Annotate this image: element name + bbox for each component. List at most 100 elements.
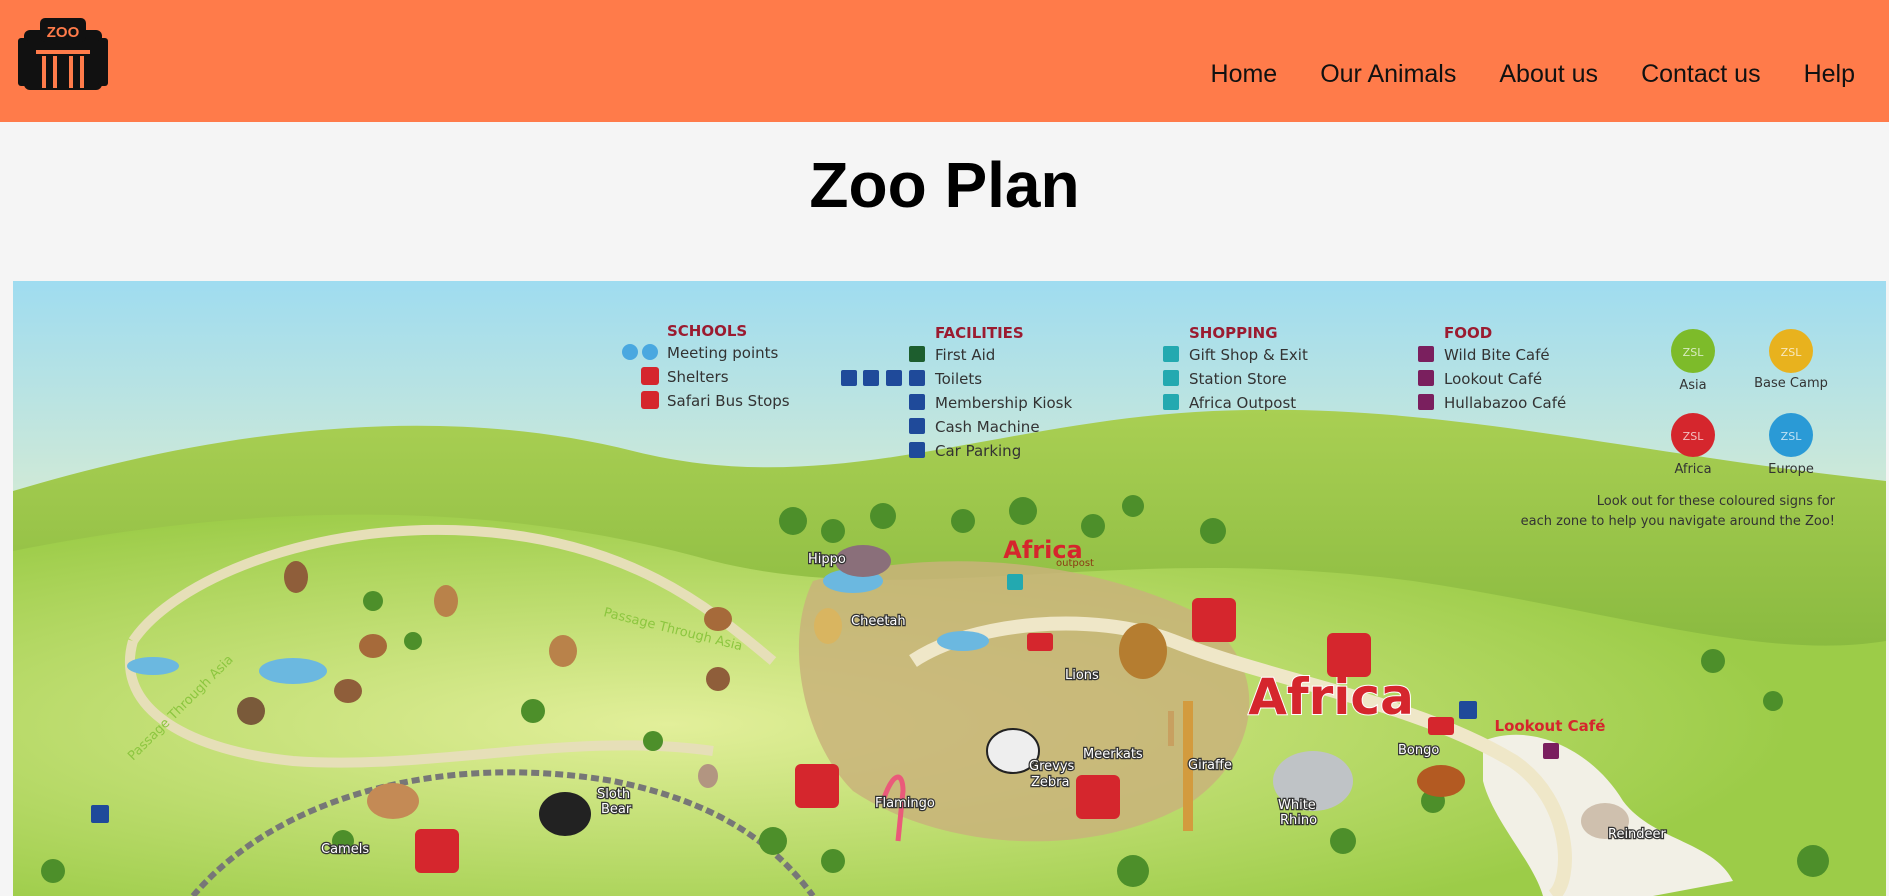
meerkat-icon (1168, 711, 1174, 746)
nav-our-animals[interactable]: Our Animals (1320, 60, 1456, 89)
shop-marker-icon[interactable] (1007, 574, 1023, 590)
deer-icon (549, 635, 577, 667)
africa-area-title: Africa (1248, 668, 1414, 726)
label-camels: Camels (321, 842, 369, 857)
legend-meeting-points: Meeting points (667, 344, 778, 362)
meeting-point-1-icon (622, 344, 638, 360)
legend-wild-bite-cafe: Wild Bite Café (1444, 346, 1550, 364)
deer-icon (284, 561, 308, 593)
label-reindeer: Reindeer (1608, 827, 1667, 842)
zone-europe: Europe (1768, 462, 1814, 477)
label-giraffe: Giraffe (1188, 758, 1232, 773)
cutlery-icon (1418, 346, 1434, 362)
cutlery-icon (1418, 370, 1434, 386)
shelter-icon (641, 367, 659, 385)
legend-station-store: Station Store (1189, 370, 1287, 388)
nav-help[interactable]: Help (1804, 60, 1855, 89)
nav-about-us[interactable]: About us (1499, 60, 1598, 89)
deer-icon (334, 679, 362, 703)
label-grevys: Grevys (1029, 759, 1075, 774)
parking-marker-icon[interactable] (1459, 701, 1477, 719)
legend-shelters: Shelters (667, 368, 729, 386)
africa-outpost-sublabel: outpost (1056, 558, 1094, 569)
parking-icon (909, 442, 925, 458)
label-cheetah: Cheetah (851, 614, 906, 629)
main-nav: Home Our Animals About us Contact us Hel… (1168, 60, 1855, 89)
shop-icon (1163, 394, 1179, 410)
bongo-icon (1417, 765, 1465, 797)
africa-zone-badge-text: ZSL (1683, 430, 1705, 443)
lookout-cafe-label: Lookout Café (1495, 717, 1606, 735)
legend-car-parking: Car Parking (935, 442, 1021, 460)
legend-shopping-title: SHOPPING (1189, 324, 1278, 342)
europe-zone-badge-text: ZSL (1781, 430, 1803, 443)
asia-zone-badge-text: ZSL (1683, 346, 1705, 359)
logo-text: ZOO (47, 24, 80, 41)
cutlery-icon (1418, 394, 1434, 410)
safari-bus-stop-icon[interactable] (1428, 717, 1454, 735)
shelter-umbrella-icon[interactable] (415, 829, 459, 873)
accessible-toilet-icon (909, 370, 925, 386)
label-sloth: Sloth (597, 787, 630, 802)
basecamp-zone-badge-text: ZSL (1781, 346, 1803, 359)
legend-gift-shop: Gift Shop & Exit (1189, 346, 1308, 364)
shop-icon (1163, 370, 1179, 386)
page-title: Zoo Plan (809, 149, 1080, 221)
zoo-map: SCHOOLS Meeting points Shelters Safari B… (13, 281, 1886, 896)
wallaby-icon (698, 764, 718, 788)
legend-food-title: FOOD (1444, 324, 1492, 342)
label-zebra: Zebra (1031, 775, 1069, 790)
zoo-logo-icon[interactable]: ZOO (18, 16, 108, 92)
gift-shop-icon (1163, 346, 1179, 362)
toilet-icon (886, 370, 902, 386)
sloth-bear-icon (539, 792, 591, 836)
nav-home[interactable]: Home (1211, 60, 1278, 89)
parking-marker-icon[interactable] (91, 805, 109, 823)
nav-contact-us[interactable]: Contact us (1641, 60, 1761, 89)
shelter-umbrella-icon[interactable] (1192, 598, 1236, 642)
cafe-marker-icon[interactable] (1543, 743, 1559, 759)
deer-icon (434, 585, 458, 617)
toilet-icon (841, 370, 857, 386)
legend-membership-kiosk: Membership Kiosk (935, 394, 1072, 412)
label-rhino: Rhino (1280, 813, 1317, 828)
legend-facilities-title: FACILITIES (935, 324, 1024, 342)
zone-note-line-1: Look out for these coloured signs for (1597, 494, 1836, 509)
label-bongo: Bongo (1398, 743, 1439, 758)
deer-icon (706, 667, 730, 691)
cheetah-icon (814, 608, 842, 644)
legend-hullabazoo-cafe: Hullabazoo Café (1444, 394, 1566, 412)
label-hippo: Hippo (808, 552, 846, 567)
zone-asia: Asia (1679, 378, 1706, 393)
legend-cash-machine: Cash Machine (935, 418, 1040, 436)
legend-safari-bus-stops: Safari Bus Stops (667, 392, 790, 410)
legend-first-aid: First Aid (935, 346, 995, 364)
legend-africa-outpost: Africa Outpost (1189, 394, 1296, 412)
deer-icon (704, 607, 732, 631)
label-flamingo: Flamingo (875, 796, 935, 811)
legend-schools-title: SCHOOLS (667, 322, 747, 340)
safari-bus-stop-icon[interactable] (1027, 633, 1053, 651)
zone-africa: Africa (1674, 462, 1711, 477)
shelter-umbrella-icon[interactable] (1327, 633, 1371, 677)
first-aid-icon (909, 346, 925, 362)
label-bear: Bear (601, 802, 632, 817)
legend-lookout-cafe: Lookout Café (1444, 370, 1542, 388)
antelope-icon (237, 697, 265, 725)
meeting-point-2-icon (642, 344, 658, 360)
shelter-umbrella-icon[interactable] (1076, 775, 1120, 819)
shelter-umbrella-icon[interactable] (795, 764, 839, 808)
lion-icon (1119, 623, 1167, 679)
label-meerkats: Meerkats (1083, 747, 1143, 762)
legend-toilets: Toilets (934, 370, 982, 388)
site-header: ZOO Home Our Animals About us Contact us… (0, 0, 1889, 122)
label-lions: Lions (1065, 668, 1099, 683)
label-white: White (1278, 798, 1316, 813)
membership-kiosk-icon (909, 394, 925, 410)
zone-base-camp: Base Camp (1754, 376, 1828, 391)
safari-bus-icon (641, 391, 659, 409)
deer-icon (359, 634, 387, 658)
toilet-icon (863, 370, 879, 386)
camel-icon (367, 783, 419, 819)
zone-note-line-2: each zone to help you navigate around th… (1521, 514, 1835, 529)
